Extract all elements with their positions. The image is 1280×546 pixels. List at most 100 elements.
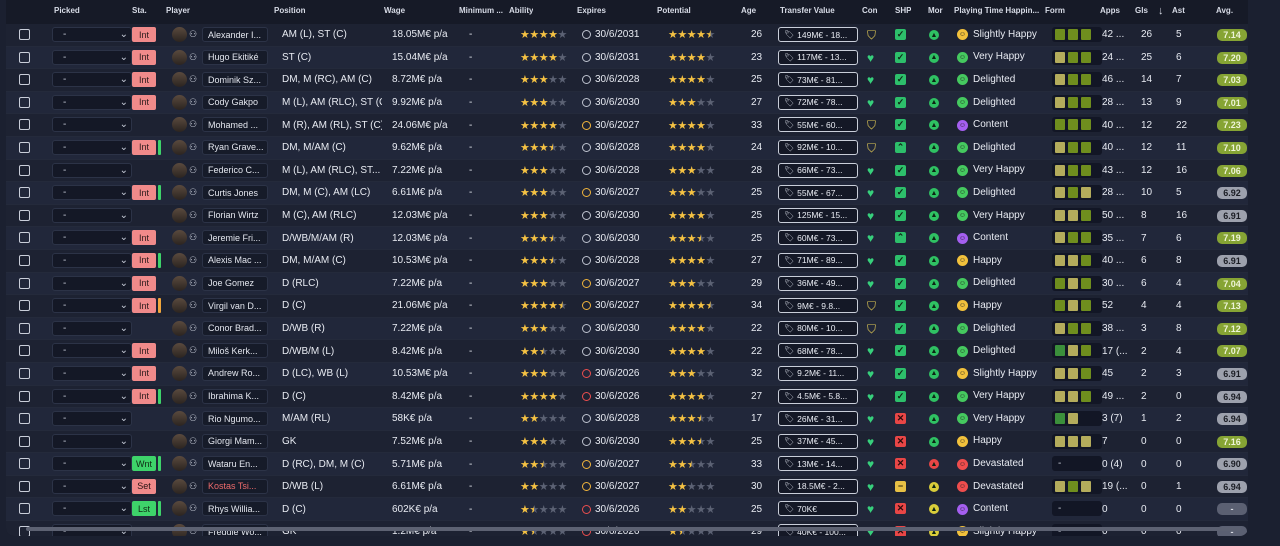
table-row[interactable]: - ⌄ Int ⚇ Hugo Ekitiké ST (C) 15.04M€ p/a - ★ ★ ★ ★…	[6, 46, 1248, 70]
player-name-button[interactable]: Giorgi Mam...	[202, 433, 268, 449]
row-checkbox[interactable]	[19, 435, 30, 447]
person-icon[interactable]: ⚇	[189, 165, 197, 176]
table-row[interactable]: - ⌄ ⚇ Federico C... M (L), AM (RLC), ST... 7.…	[6, 159, 1248, 183]
status-badge[interactable]: Int	[132, 365, 156, 381]
row-checkbox[interactable]	[19, 367, 30, 379]
picked-select[interactable]: - ⌄	[52, 72, 132, 88]
row-checkbox[interactable]	[19, 458, 30, 470]
picked-select[interactable]: - ⌄	[52, 320, 132, 336]
transfer-value-button[interactable]: 🏷 55M€ - 67...	[778, 185, 858, 201]
player-name-button[interactable]: Curtis Jones	[202, 185, 268, 201]
person-icon[interactable]: ⚇	[189, 255, 197, 266]
transfer-value-button[interactable]: 🏷 9M€ - 9.8...	[778, 298, 858, 314]
picked-select[interactable]: - ⌄	[52, 456, 132, 472]
table-row[interactable]: - ⌄ Lst ⚇ Rhys Willia... D (C) 602K€ p/a - ★ ★ ★ ★ ★…	[6, 498, 1248, 522]
horizontal-scrollbar[interactable]	[26, 527, 1241, 531]
status-badge[interactable]: Lst	[132, 501, 156, 517]
picked-select[interactable]: - ⌄	[52, 94, 132, 110]
col-ability[interactable]: Ability	[509, 6, 533, 15]
status-badge[interactable]: Int	[132, 27, 156, 42]
row-checkbox[interactable]	[19, 480, 30, 492]
player-name-button[interactable]: Cody Gakpo	[202, 94, 268, 110]
transfer-value-button[interactable]: 🏷 36M€ - 49...	[778, 275, 858, 291]
person-icon[interactable]: ⚇	[189, 29, 197, 40]
col-player[interactable]: Player	[166, 6, 190, 15]
picked-select[interactable]: - ⌄	[52, 365, 132, 381]
person-icon[interactable]: ⚇	[189, 52, 197, 63]
player-name-button[interactable]: Mohamed ...	[202, 117, 268, 133]
person-icon[interactable]: ⚇	[189, 300, 197, 311]
row-checkbox[interactable]	[19, 96, 30, 108]
table-row[interactable]: - ⌄ Wnt ⚇ Wataru En... D (RC), DM, M (C) 5.71M…	[6, 453, 1248, 476]
person-icon[interactable]: ⚇	[189, 97, 197, 108]
col-playing-time[interactable]: Playing Time Happin...	[954, 6, 1042, 15]
transfer-value-button[interactable]: 🏷 37M€ - 45...	[778, 433, 858, 449]
player-name-button[interactable]: Ibrahima K...	[202, 388, 268, 404]
player-name-button[interactable]: Conor Brad...	[202, 320, 268, 336]
transfer-value-button[interactable]: 🏷 4.5M€ - 5.8...	[778, 388, 858, 404]
player-name-button[interactable]: Jeremie Fri...	[202, 230, 268, 246]
col-apps[interactable]: Apps	[1100, 6, 1120, 15]
table-row[interactable]: - ⌄ Int ⚇ Ibrahima K... D (C) 8.42M€ p/a - ★ ★ ★ ★ ★…	[6, 385, 1248, 409]
row-checkbox[interactable]	[19, 232, 30, 244]
person-icon[interactable]: ⚇	[189, 187, 197, 198]
status-badge[interactable]: Int	[132, 252, 156, 268]
row-checkbox[interactable]	[19, 141, 30, 153]
col-ast[interactable]: Ast	[1172, 6, 1185, 15]
picked-select[interactable]: - ⌄	[52, 139, 132, 155]
person-icon[interactable]: ⚇	[189, 368, 197, 379]
transfer-value-button[interactable]: 🏷 26M€ - 31...	[778, 411, 858, 427]
col-position[interactable]: Position	[274, 6, 306, 15]
row-checkbox[interactable]	[19, 300, 30, 312]
status-badge[interactable]: Int	[132, 49, 156, 65]
person-icon[interactable]: ⚇	[189, 391, 197, 402]
transfer-value-button[interactable]: 🏷 66M€ - 73...	[778, 162, 858, 178]
row-checkbox[interactable]	[19, 413, 30, 425]
person-icon[interactable]: ⚇	[189, 232, 197, 243]
picked-select[interactable]: - ⌄	[52, 343, 132, 359]
status-badge[interactable]: Set	[132, 478, 156, 494]
table-row[interactable]: - ⌄ Int ⚇ Virgil van D... D (C) 21.06M€ p/a - ★ ★…	[6, 295, 1248, 318]
table-row[interactable]: - ⌄ ⚇ Rio Ngumo... M/AM (RL) 58K€ p/a - ★ ★ ★ ★ ★ 30…	[6, 408, 1248, 431]
status-badge[interactable]: Int	[132, 185, 156, 201]
row-checkbox[interactable]	[19, 390, 30, 402]
picked-select[interactable]: - ⌄	[52, 185, 132, 201]
player-name-button[interactable]: Alexander I...	[202, 27, 268, 42]
row-checkbox[interactable]	[19, 187, 30, 199]
player-name-button[interactable]: Virgil van D...	[202, 298, 268, 314]
player-name-button[interactable]: Joe Gomez	[202, 275, 268, 291]
transfer-value-button[interactable]: 🏷 68M€ - 78...	[778, 343, 858, 359]
person-icon[interactable]: ⚇	[189, 74, 197, 85]
person-icon[interactable]: ⚇	[189, 323, 197, 334]
row-checkbox[interactable]	[19, 29, 30, 40]
row-checkbox[interactable]	[19, 503, 30, 515]
table-row[interactable]: - ⌄ Int ⚇ Alexander I... AM (L), ST (C) 18.05M…	[6, 24, 1248, 47]
table-row[interactable]: - ⌄ Int ⚇ Curtis Jones DM, M (C), AM (LC) 6.61…	[6, 182, 1248, 205]
status-badge[interactable]: Int	[132, 343, 156, 359]
person-icon[interactable]: ⚇	[189, 142, 197, 153]
transfer-value-button[interactable]: 🏷 70K€	[778, 501, 858, 517]
picked-select[interactable]: - ⌄	[52, 27, 132, 42]
col-avg[interactable]: Avg.	[1216, 6, 1233, 15]
picked-select[interactable]: - ⌄	[52, 411, 132, 427]
picked-select[interactable]: - ⌄	[52, 433, 132, 449]
status-badge[interactable]: Int	[132, 388, 156, 404]
player-name-button[interactable]: Kostas Tsi...	[202, 478, 268, 494]
table-row[interactable]: - ⌄ Int ⚇ Dominik Sz... DM, M (RC), AM (C) 8.7…	[6, 69, 1248, 92]
col-con[interactable]: Con	[862, 6, 878, 15]
transfer-value-button[interactable]: 🏷 60M€ - 73...	[778, 230, 858, 246]
col-wage[interactable]: Wage	[384, 6, 405, 15]
transfer-value-button[interactable]: 🏷 73M€ - 81...	[778, 72, 858, 88]
transfer-value-button[interactable]: 🏷 92M€ - 10...	[778, 139, 858, 155]
player-name-button[interactable]: Federico C...	[202, 162, 268, 178]
transfer-value-button[interactable]: 🏷 9.2M€ - 11...	[778, 365, 858, 381]
table-row[interactable]: - ⌄ Int ⚇ Cody Gakpo M (L), AM (RLC), ST (C) 9…	[6, 91, 1248, 115]
col-mor[interactable]: Mor	[928, 6, 943, 15]
player-name-button[interactable]: Rio Ngumo...	[202, 411, 268, 427]
transfer-value-button[interactable]: 🏷 55M€ - 60...	[778, 117, 858, 133]
status-badge[interactable]: Wnt	[132, 456, 156, 472]
person-icon[interactable]: ⚇	[189, 278, 197, 289]
person-icon[interactable]: ⚇	[189, 345, 197, 356]
transfer-value-button[interactable]: 🏷 71M€ - 89...	[778, 252, 858, 268]
person-icon[interactable]: ⚇	[189, 481, 197, 492]
